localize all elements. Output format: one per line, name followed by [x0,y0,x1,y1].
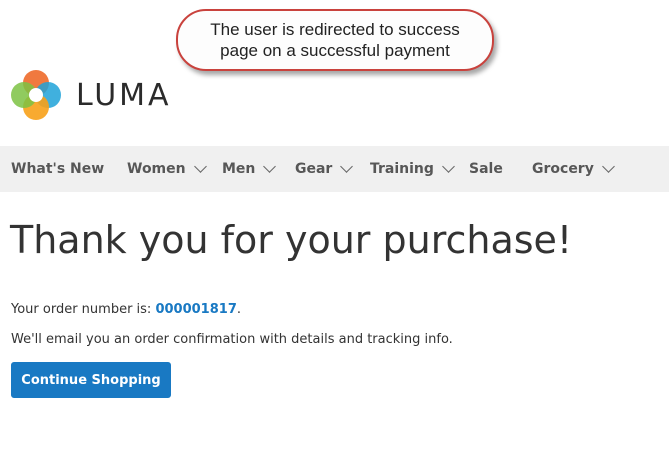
nav-item-gear[interactable]: Gear [295,146,354,192]
annotation-line-2: page on a successful payment [220,41,450,60]
nav-item-label: Women [127,161,186,177]
store-logo[interactable]: LUMA [10,69,172,121]
chevron-down-icon [601,160,615,173]
nav-item-training[interactable]: Training [370,146,455,192]
chevron-down-icon [340,160,354,173]
luma-logo-icon [10,69,62,121]
continue-shopping-button[interactable]: Continue Shopping [11,362,171,398]
nav-item-sale[interactable]: Sale [469,146,503,192]
nav-item-men[interactable]: Men [222,146,277,192]
nav-item-label: What's New [11,161,105,177]
main-navigation: What's New Women Men Gear Training Sale … [0,146,669,192]
annotation-line-1: The user is redirected to success [210,20,460,39]
nav-item-label: Men [222,161,256,177]
logo-wordmark: LUMA [76,77,172,113]
order-number-suffix: . [236,302,242,317]
nav-item-women[interactable]: Women [127,146,207,192]
email-confirmation-text: We'll email you an order confirmation wi… [11,332,453,347]
order-number-prefix: Your order number is: [11,302,156,317]
nav-item-label: Training [370,161,434,177]
nav-item-whats-new[interactable]: What's New [11,146,104,192]
nav-item-label: Grocery [532,161,594,177]
chevron-down-icon [263,160,277,173]
nav-item-label: Gear [295,161,333,177]
page-title: Thank you for your purchase! [10,218,573,262]
order-number-line: Your order number is: 000001817. [11,302,241,317]
chevron-down-icon [193,160,207,173]
order-number-link[interactable]: 000001817 [155,302,236,317]
chevron-down-icon [442,160,455,173]
nav-item-grocery[interactable]: Grocery [532,146,615,192]
nav-item-label: Sale [469,161,503,177]
page: The user is redirected to success page o… [0,0,671,476]
annotation-callout: The user is redirected to success page o… [176,9,494,71]
